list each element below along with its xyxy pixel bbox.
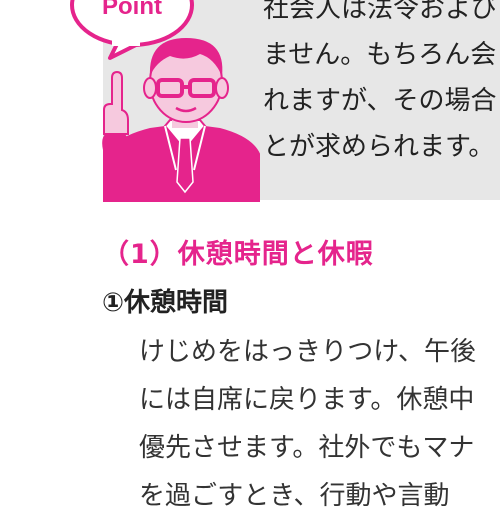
pointing-hand-icon — [103, 70, 129, 135]
callout-line: ません。もちろん会 — [263, 40, 497, 70]
callout-text: 社会人は法令および ません。もちろん会 れますが、その場合 とが求められます。 — [263, 0, 500, 170]
body-line: 優先させます。社外でもマナ — [139, 433, 475, 463]
body-line: を過ごすとき、行動や言動 — [139, 481, 450, 511]
callout-line: とが求められます。 — [263, 132, 495, 162]
teacher-illustration: Point — [70, 0, 260, 202]
section-heading: （1）休憩時間と休暇 — [102, 239, 374, 270]
tie — [176, 137, 194, 194]
body-line: けじめをはっきりつけ、午後 — [139, 337, 476, 367]
point-badge-text: Point — [102, 0, 162, 20]
body-line: には自席に戻ります。休憩中 — [139, 385, 475, 415]
raised-arm — [102, 132, 129, 202]
body-paragraph: けじめをはっきりつけ、午後 には自席に戻ります。休憩中 優先させます。社外でもマ… — [139, 328, 500, 520]
callout-line: 社会人は法令および — [263, 0, 498, 24]
subsection-heading: ①休憩時間 — [102, 288, 229, 318]
callout-line: れますが、その場合 — [263, 86, 497, 116]
